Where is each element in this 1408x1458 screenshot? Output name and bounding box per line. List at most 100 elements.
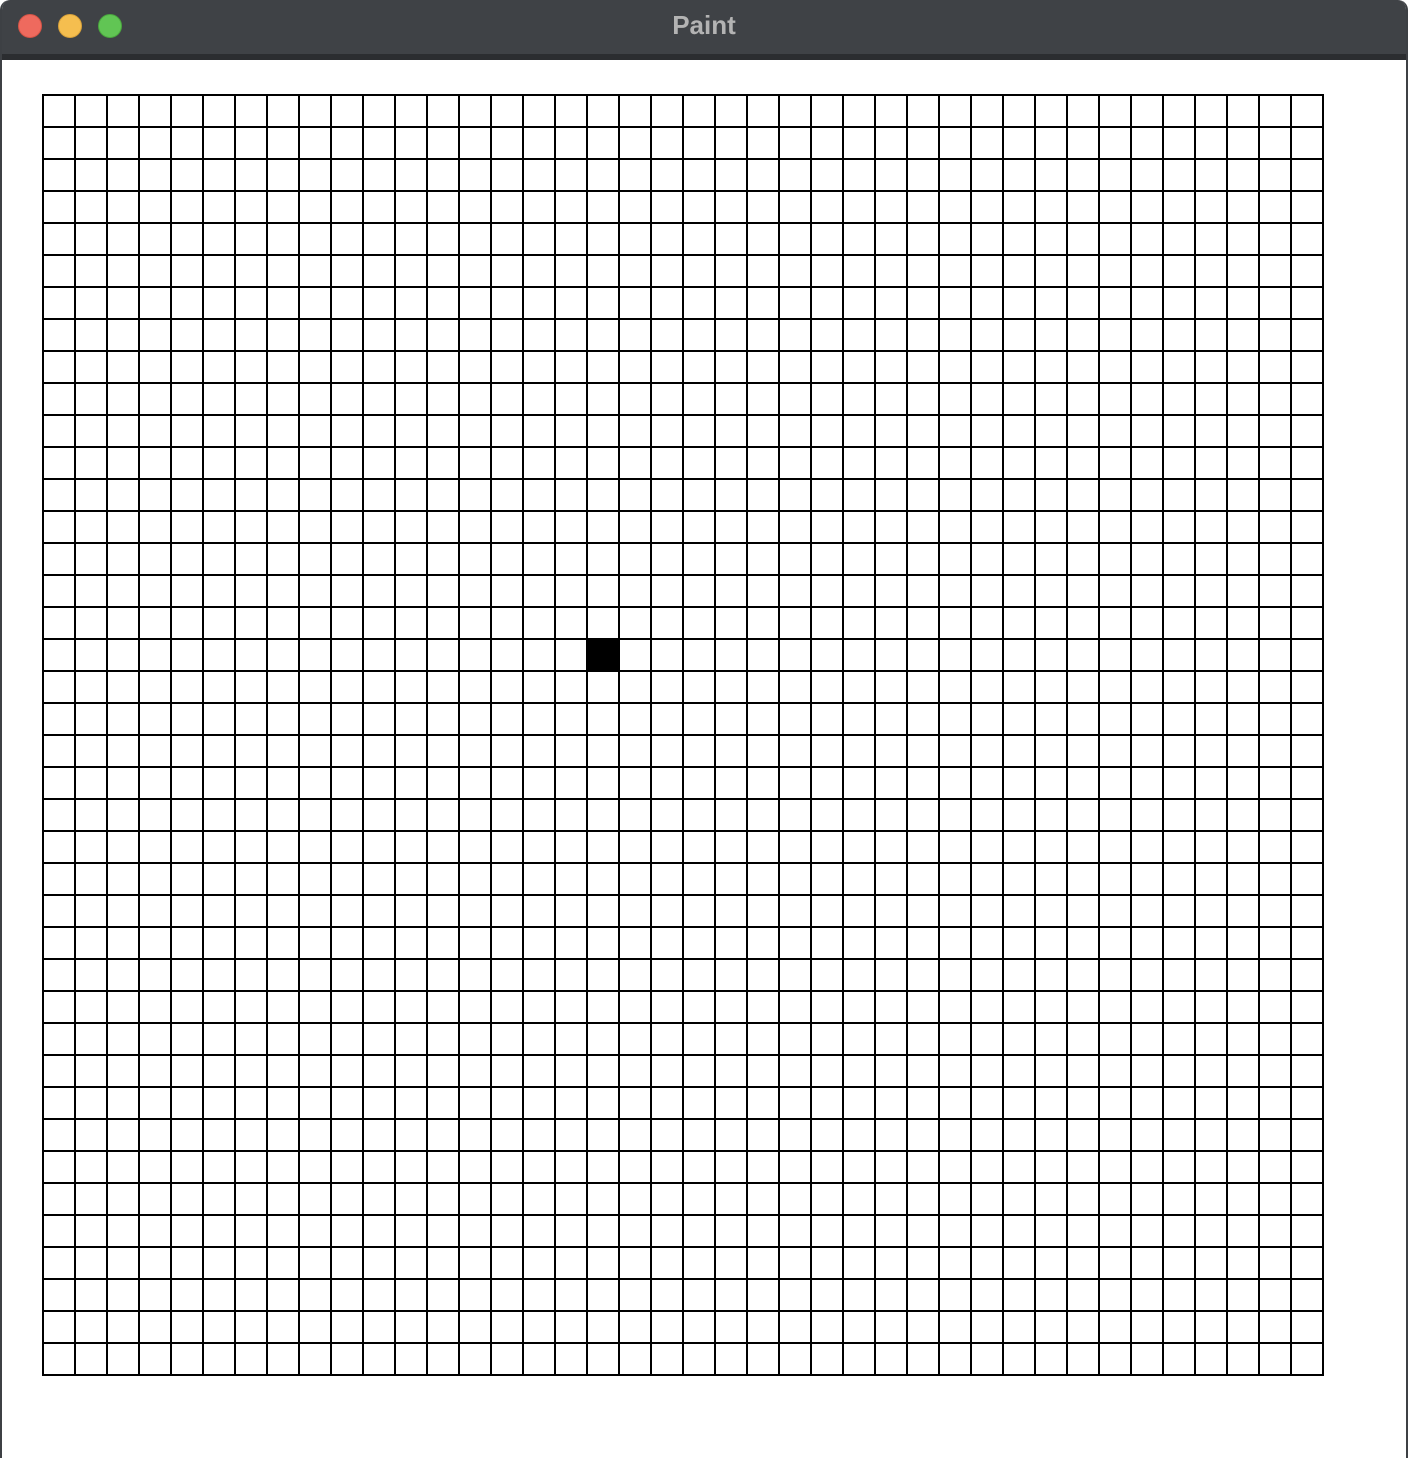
- grid-cell[interactable]: [778, 478, 812, 512]
- grid-cell[interactable]: [1290, 1022, 1324, 1056]
- grid-cell[interactable]: [266, 222, 300, 256]
- grid-cell[interactable]: [426, 510, 460, 544]
- grid-cell[interactable]: [842, 190, 876, 224]
- grid-cell[interactable]: [682, 702, 716, 736]
- grid-cell[interactable]: [618, 670, 652, 704]
- grid-cell[interactable]: [650, 638, 684, 672]
- grid-cell[interactable]: [1066, 862, 1100, 896]
- grid-cell[interactable]: [202, 382, 236, 416]
- grid-cell[interactable]: [1130, 862, 1164, 896]
- grid-cell[interactable]: [938, 606, 972, 640]
- grid-cell[interactable]: [970, 830, 1004, 864]
- grid-cell[interactable]: [1226, 190, 1260, 224]
- grid-cell[interactable]: [170, 1278, 204, 1312]
- grid-cell[interactable]: [618, 414, 652, 448]
- grid-cell[interactable]: [554, 318, 588, 352]
- grid-cell[interactable]: [778, 894, 812, 928]
- grid-cell[interactable]: [170, 702, 204, 736]
- grid-cell[interactable]: [906, 1342, 940, 1376]
- grid-cell[interactable]: [266, 638, 300, 672]
- grid-cell[interactable]: [554, 190, 588, 224]
- grid-cell[interactable]: [842, 158, 876, 192]
- grid-cell[interactable]: [618, 1310, 652, 1344]
- grid-cell[interactable]: [42, 1278, 76, 1312]
- grid-cell[interactable]: [746, 94, 780, 128]
- grid-cell[interactable]: [1002, 542, 1036, 576]
- grid-cell[interactable]: [458, 1278, 492, 1312]
- grid-cell[interactable]: [426, 254, 460, 288]
- grid-cell[interactable]: [970, 798, 1004, 832]
- grid-cell[interactable]: [522, 830, 556, 864]
- grid-cell[interactable]: [778, 926, 812, 960]
- grid-cell[interactable]: [1130, 670, 1164, 704]
- grid-cell[interactable]: [1002, 1278, 1036, 1312]
- grid-cell[interactable]: [746, 702, 780, 736]
- grid-cell[interactable]: [298, 1054, 332, 1088]
- grid-cell[interactable]: [746, 1182, 780, 1216]
- grid-cell[interactable]: [586, 1278, 620, 1312]
- grid-cell[interactable]: [1162, 1214, 1196, 1248]
- grid-cell[interactable]: [810, 1342, 844, 1376]
- grid-cell[interactable]: [298, 94, 332, 128]
- grid-cell[interactable]: [42, 190, 76, 224]
- grid-cell[interactable]: [1066, 158, 1100, 192]
- grid-cell[interactable]: [490, 958, 524, 992]
- grid-cell[interactable]: [714, 606, 748, 640]
- grid-cell[interactable]: [426, 574, 460, 608]
- grid-cell[interactable]: [170, 382, 204, 416]
- grid-cell[interactable]: [842, 574, 876, 608]
- grid-cell[interactable]: [74, 798, 108, 832]
- grid-cell[interactable]: [1098, 510, 1132, 544]
- grid-cell[interactable]: [810, 574, 844, 608]
- grid-cell[interactable]: [1194, 254, 1228, 288]
- grid-cell[interactable]: [362, 382, 396, 416]
- grid-cell[interactable]: [74, 830, 108, 864]
- grid-cell[interactable]: [1258, 1150, 1292, 1184]
- grid-cell[interactable]: [682, 1214, 716, 1248]
- grid-cell[interactable]: [74, 286, 108, 320]
- grid-cell[interactable]: [1002, 222, 1036, 256]
- grid-cell[interactable]: [554, 606, 588, 640]
- grid-cell[interactable]: [1002, 350, 1036, 384]
- grid-cell[interactable]: [874, 894, 908, 928]
- grid-cell[interactable]: [778, 1022, 812, 1056]
- grid-cell[interactable]: [522, 94, 556, 128]
- grid-cell[interactable]: [490, 638, 524, 672]
- grid-cell[interactable]: [810, 1054, 844, 1088]
- grid-cell[interactable]: [618, 1086, 652, 1120]
- grid-cell[interactable]: [554, 734, 588, 768]
- grid-cell[interactable]: [714, 638, 748, 672]
- grid-cell[interactable]: [266, 926, 300, 960]
- grid-cell[interactable]: [1066, 254, 1100, 288]
- grid-cell[interactable]: [74, 382, 108, 416]
- grid-cell[interactable]: [490, 446, 524, 480]
- grid-cell[interactable]: [1002, 990, 1036, 1024]
- grid-cell[interactable]: [458, 158, 492, 192]
- grid-cell[interactable]: [330, 478, 364, 512]
- grid-cell[interactable]: [266, 1054, 300, 1088]
- grid-cell[interactable]: [778, 382, 812, 416]
- grid-cell[interactable]: [682, 1150, 716, 1184]
- grid-cell[interactable]: [362, 926, 396, 960]
- grid-cell[interactable]: [842, 126, 876, 160]
- grid-cell[interactable]: [266, 1118, 300, 1152]
- grid-cell[interactable]: [810, 542, 844, 576]
- grid-cell[interactable]: [874, 1246, 908, 1280]
- grid-cell[interactable]: [906, 798, 940, 832]
- grid-cell[interactable]: [618, 382, 652, 416]
- grid-cell[interactable]: [1194, 1054, 1228, 1088]
- grid-cell[interactable]: [1098, 1022, 1132, 1056]
- grid-cell[interactable]: [746, 926, 780, 960]
- grid-cell[interactable]: [1258, 286, 1292, 320]
- grid-cell[interactable]: [778, 1342, 812, 1376]
- grid-cell[interactable]: [42, 638, 76, 672]
- grid-cell[interactable]: [554, 830, 588, 864]
- grid-cell[interactable]: [586, 766, 620, 800]
- grid-cell[interactable]: [1002, 670, 1036, 704]
- grid-cell[interactable]: [330, 1278, 364, 1312]
- grid-cell[interactable]: [1258, 542, 1292, 576]
- grid-cell[interactable]: [1130, 1150, 1164, 1184]
- grid-cell[interactable]: [1162, 1086, 1196, 1120]
- grid-cell[interactable]: [586, 158, 620, 192]
- grid-cell[interactable]: [1258, 1182, 1292, 1216]
